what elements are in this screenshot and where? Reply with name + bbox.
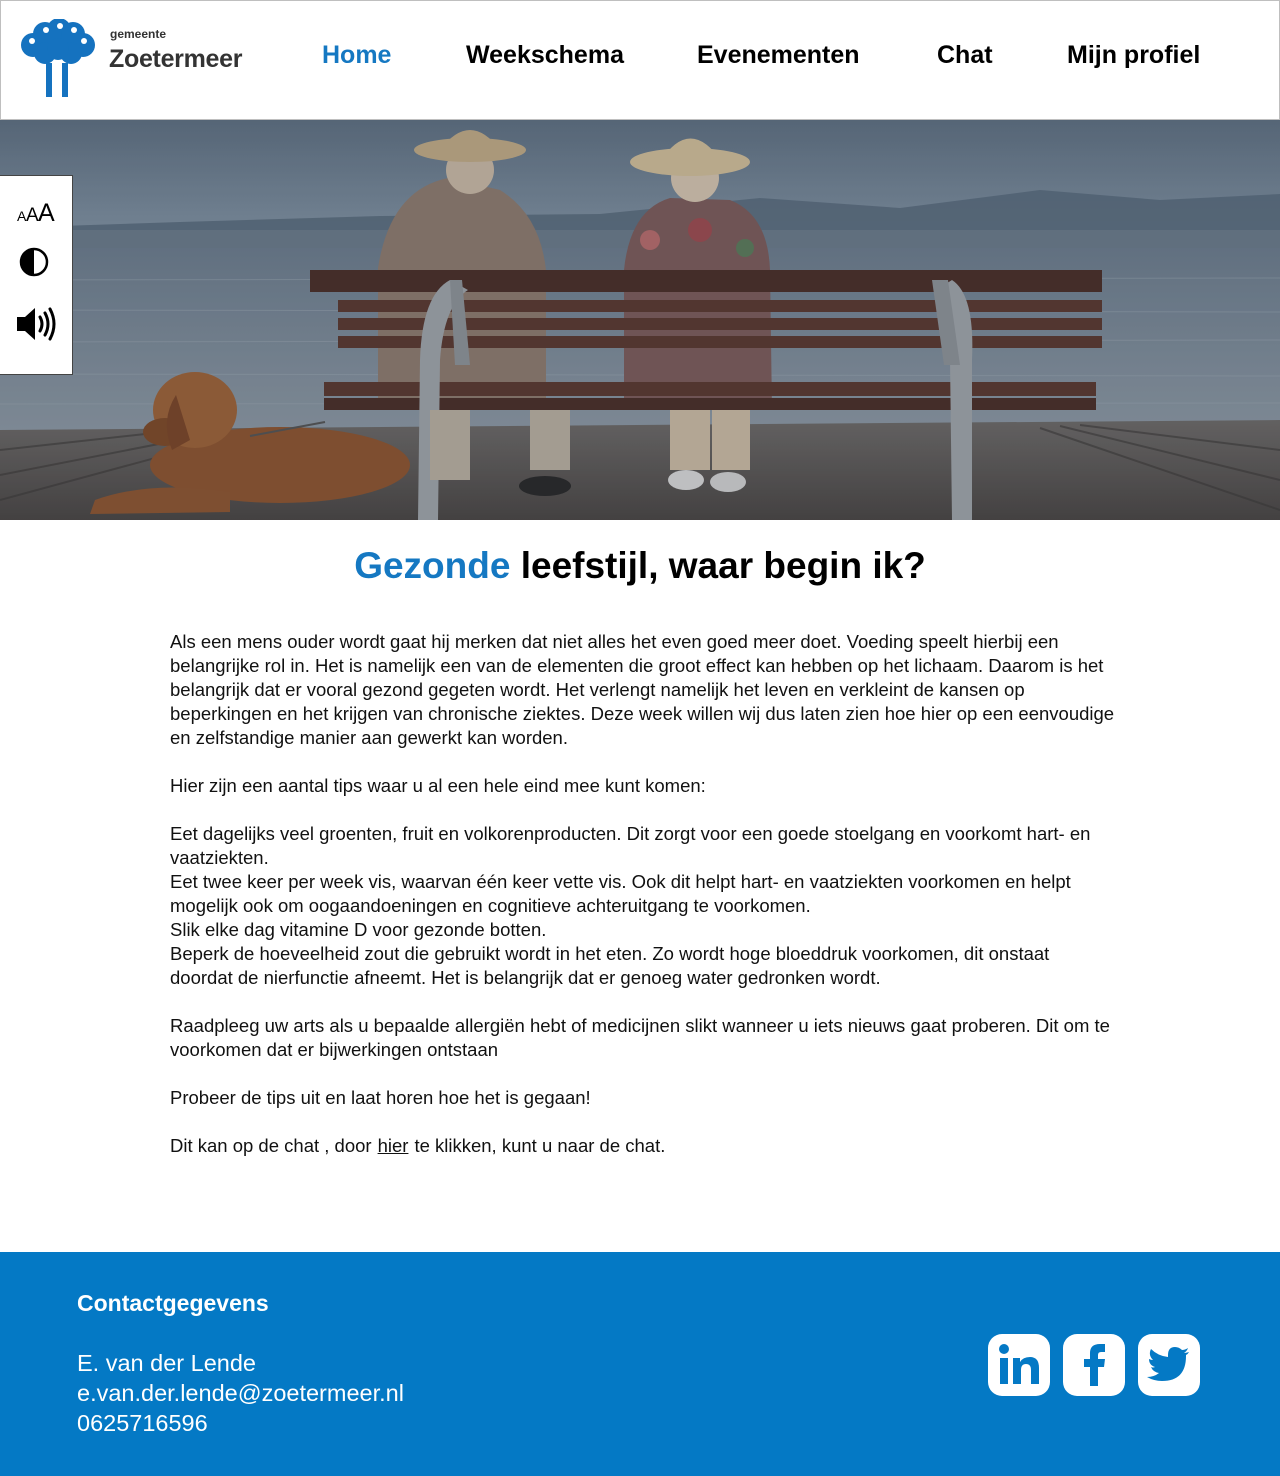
hero-image: [0, 120, 1280, 520]
linkedin-icon: [999, 1344, 1039, 1384]
contrast-icon: [19, 247, 49, 277]
tip-item: Slik elke dag vitamine D voor gezonde bo…: [170, 919, 547, 940]
tip-item: Eet dagelijks veel groenten, fruit en vo…: [170, 823, 1091, 868]
svg-text:A: A: [38, 199, 55, 227]
text-size-button[interactable]: A A A: [14, 192, 60, 232]
site-footer: Contactgegevens E. van der Lende e.van.d…: [0, 1252, 1280, 1476]
tree-logo-icon: [21, 18, 95, 97]
nav-mijn-profiel[interactable]: Mijn profiel: [1067, 41, 1200, 75]
logo-subtitle: gemeente: [110, 27, 167, 41]
chat-text-after: te klikken, kunt u naar de chat.: [414, 1135, 666, 1156]
article-intro: Als een mens ouder wordt gaat hij merken…: [170, 631, 1115, 748]
nav-home[interactable]: Home: [322, 41, 391, 75]
tip-item: Eet twee keer per week vis, waarvan één …: [170, 871, 1071, 916]
zoetermeer-logo[interactable]: gemeente Zoetermeer: [19, 18, 259, 101]
chat-text-before: Dit kan op de chat , door: [170, 1135, 372, 1156]
tip-item: Beperk de hoeveelheid zout die gebruikt …: [170, 943, 1050, 988]
twitter-button[interactable]: [1138, 1334, 1200, 1396]
page-title-accent: Gezonde: [354, 545, 511, 586]
page-title: Gezonde leefstijl, waar begin ik?: [0, 545, 1280, 587]
nav-evenementen[interactable]: Evenementen: [697, 41, 860, 75]
facebook-icon: [1084, 1344, 1105, 1386]
site-header: gemeente Zoetermeer Home Weekschema Even…: [0, 0, 1280, 120]
twitter-icon: [1147, 1347, 1189, 1381]
speaker-button[interactable]: [14, 304, 60, 344]
doctor-advice: Raadpleeg uw arts als u bepaalde allergi…: [170, 1015, 1110, 1060]
chat-link[interactable]: hier: [378, 1135, 409, 1156]
tips-list: Eet dagelijks veel groenten, fruit en vo…: [170, 822, 1115, 990]
tips-intro: Hier zijn een aantal tips waar u al een …: [170, 775, 706, 796]
nav-chat[interactable]: Chat: [937, 41, 993, 75]
linkedin-button[interactable]: [988, 1334, 1050, 1396]
chat-paragraph: Dit kan op de chat , door hier te klikken,…: [170, 1134, 1115, 1158]
text-size-icon: A A A: [17, 199, 55, 227]
footer-heading: Contactgegevens: [77, 1290, 269, 1316]
logo-title: Zoetermeer: [109, 45, 243, 73]
contact-phone: 0625716596: [77, 1410, 208, 1436]
contact-email[interactable]: e.van.der.lende@zoetermeer.nl: [77, 1380, 404, 1407]
page-title-rest: leefstijl, waar begin ik?: [520, 545, 926, 586]
article-body: Als een mens ouder wordt gaat hij merken…: [170, 630, 1115, 1182]
contact-name: E. van der Lende: [77, 1350, 256, 1376]
try-tips-text: Probeer de tips uit en laat horen hoe he…: [170, 1087, 591, 1108]
accessibility-panel: A A A: [0, 175, 73, 375]
facebook-button[interactable]: [1063, 1334, 1125, 1396]
nav-weekschema[interactable]: Weekschema: [466, 41, 624, 75]
contrast-button[interactable]: [14, 242, 60, 282]
speaker-icon: [17, 307, 56, 341]
